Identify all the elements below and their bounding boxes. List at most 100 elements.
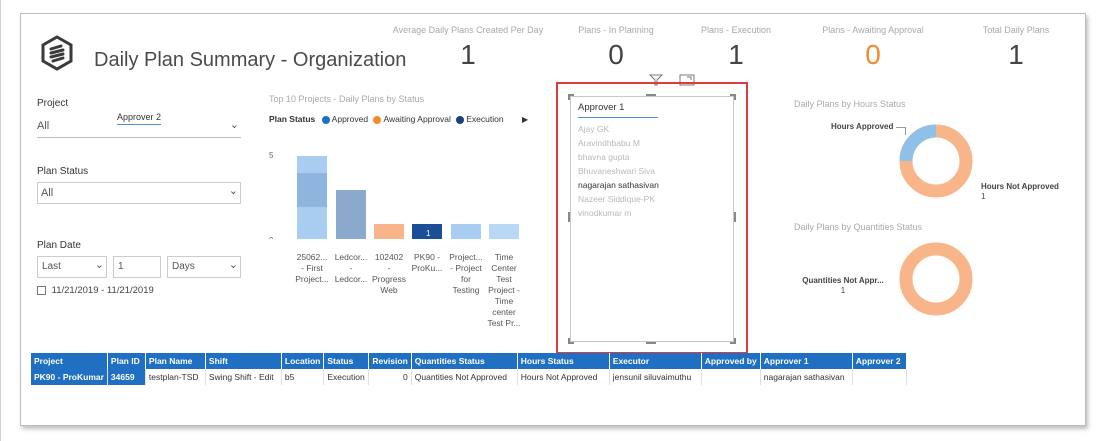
kpi-execution: Plans - Execution 1 xyxy=(681,25,791,69)
daily-plan-table: Project Plan ID Plan Name Shift Location… xyxy=(31,353,907,385)
legend-label: Awaiting Approval xyxy=(383,114,451,124)
plan-status-dropdown[interactable]: All ⌄ xyxy=(37,182,241,204)
date-unit-dropdown[interactable]: Days ⌄ xyxy=(167,256,241,278)
x-category-label: Time Center Test Project - Time center T… xyxy=(487,252,521,328)
page-title: Daily Plan Summary - Organization xyxy=(94,49,407,71)
bar-project-testing[interactable] xyxy=(451,224,481,239)
quantities-donut-chart xyxy=(899,242,973,316)
column-header[interactable]: Status xyxy=(323,353,370,369)
quantities-label-value: 1 xyxy=(840,286,846,295)
legend-label: Approved xyxy=(331,114,369,124)
date-mode-value: Last xyxy=(42,261,61,272)
slicer-item[interactable]: Ajay GK xyxy=(578,122,659,136)
project-dropdown[interactable]: All ⌄ xyxy=(37,114,241,138)
legend-title: Plan Status xyxy=(269,114,316,124)
date-range: 11/21/2019 - 11/21/2019 xyxy=(37,285,154,296)
bar-chart-title: Top 10 Projects - Daily Plans by Status xyxy=(269,94,425,104)
slicer-item[interactable]: Bhuvaneshwari Siva xyxy=(578,164,659,178)
slicer-title: Approver 1 xyxy=(578,102,658,118)
column-header[interactable]: Revision xyxy=(368,353,412,369)
kpi-in-planning: Plans - In Planning 0 xyxy=(561,25,671,69)
table-cell xyxy=(701,369,761,385)
resize-handle[interactable] xyxy=(568,212,570,222)
column-header[interactable]: Approved by xyxy=(701,353,761,369)
date-unit-value: Days xyxy=(172,261,195,272)
hours-not-approved-value: 1 xyxy=(981,192,986,201)
kpi-value: 0 xyxy=(608,39,624,70)
hours-not-approved-name: Hours Not Approved xyxy=(981,182,1059,191)
approver-slicer[interactable]: Approver 1 Ajay GK Aravindhbabu M bhavna… xyxy=(556,82,748,354)
slicer-item[interactable]: vinodkumar m xyxy=(578,206,659,220)
quantities-not-approved-label: Quantities Not Appr... 1 xyxy=(799,276,887,296)
table-cell: testplan-TSD xyxy=(145,369,206,385)
app-logo xyxy=(39,35,75,71)
legend-dot xyxy=(456,115,465,124)
table-cell: Execution xyxy=(323,369,370,385)
resize-handle[interactable] xyxy=(646,94,656,96)
x-category-label: 25062... - First Project... xyxy=(295,252,329,284)
resize-handle[interactable] xyxy=(568,338,574,344)
column-header[interactable]: Executor xyxy=(609,353,702,369)
legend-dot xyxy=(373,115,382,124)
bar-25062-mid[interactable] xyxy=(297,173,327,207)
bar-chart-plot: 5 0 1 xyxy=(269,151,519,239)
table-row[interactable]: PK90 - ProKumar 34659 testplan-TSD Swing… xyxy=(31,369,907,385)
date-count-input[interactable]: 1 xyxy=(113,256,161,278)
y-tick-0: 0 xyxy=(269,236,274,239)
column-header[interactable]: Location xyxy=(281,353,325,369)
quantities-donut-title: Daily Plans by Quantities Status xyxy=(794,222,923,232)
legend-next-arrow-icon[interactable]: ▶ xyxy=(522,115,528,124)
table-cell: 34659 xyxy=(107,369,146,385)
table-cell: Quantities Not Approved xyxy=(411,369,518,385)
resize-handle[interactable] xyxy=(646,342,656,344)
x-category-label: Ledcor... - Ledcor... xyxy=(334,252,368,284)
table-cell: nagarajan sathasivan xyxy=(760,369,853,385)
chevron-down-icon: ⌄ xyxy=(229,119,239,131)
column-header[interactable]: Approver 1 xyxy=(760,353,853,369)
kpi-value: 1 xyxy=(460,39,476,70)
y-tick-5: 5 xyxy=(269,151,274,160)
resize-handle[interactable] xyxy=(730,94,736,100)
date-mode-dropdown[interactable]: Last ⌄ xyxy=(37,256,107,278)
column-header[interactable]: Plan ID xyxy=(107,353,146,369)
slicer-item[interactable]: Nazeer Siddique-PK xyxy=(578,192,659,206)
report-canvas: Daily Plan Summary - Organization Averag… xyxy=(0,0,1086,441)
column-header[interactable]: Hours Status xyxy=(517,353,610,369)
column-header[interactable]: Plan Name xyxy=(145,353,206,369)
table-header-row: Project Plan ID Plan Name Shift Location… xyxy=(31,353,907,369)
column-header[interactable]: Shift xyxy=(205,353,282,369)
chevron-down-icon: ⌄ xyxy=(228,185,238,197)
kpi-total-plans: Total Daily Plans 1 xyxy=(966,25,1066,69)
column-header[interactable]: Approver 2 xyxy=(852,353,907,369)
bar-25062-base[interactable] xyxy=(297,207,327,239)
bar-time-center[interactable] xyxy=(489,224,519,239)
table-cell: PK90 - ProKumar xyxy=(31,369,108,385)
slicer-item[interactable]: bhavna gupta xyxy=(578,150,659,164)
project-dropdown-value: All xyxy=(37,120,50,132)
leader-line xyxy=(896,127,906,135)
bar-value-label: 1 xyxy=(426,229,431,238)
chevron-down-icon: ⌄ xyxy=(94,259,104,271)
donut-segment-approved[interactable] xyxy=(899,124,937,162)
hours-donut-title: Daily Plans by Hours Status xyxy=(794,99,906,109)
bar-ledcor[interactable] xyxy=(336,190,366,239)
legend-item-execution: Execution xyxy=(456,114,504,124)
donut-segment-not-approved[interactable] xyxy=(899,242,973,316)
table-cell: b5 xyxy=(281,369,325,385)
kpi-awaiting-approval: Plans - Awaiting Approval 0 xyxy=(803,25,943,69)
hours-not-approved-label: Hours Not Approved 1 xyxy=(981,182,1059,202)
bar-25062-light[interactable] xyxy=(297,156,327,173)
column-header[interactable]: Project xyxy=(31,353,108,369)
column-header[interactable]: Quantities Status xyxy=(411,353,518,369)
resize-handle[interactable] xyxy=(734,212,736,222)
slicer-item[interactable]: Aravindhbabu M xyxy=(578,136,659,150)
resize-handle[interactable] xyxy=(730,338,736,344)
x-category-label: 102402 - Progress Web xyxy=(371,252,406,295)
table-cell xyxy=(852,369,907,385)
slicer-item-selected[interactable]: nagarajan sathasivan xyxy=(578,178,659,192)
kpi-value: 1 xyxy=(1008,39,1024,70)
kpi-label: Plans - Execution xyxy=(700,25,772,35)
plan-date-filter-label: Plan Date xyxy=(37,240,81,251)
resize-handle[interactable] xyxy=(568,94,574,100)
bar-102402[interactable] xyxy=(374,224,404,239)
